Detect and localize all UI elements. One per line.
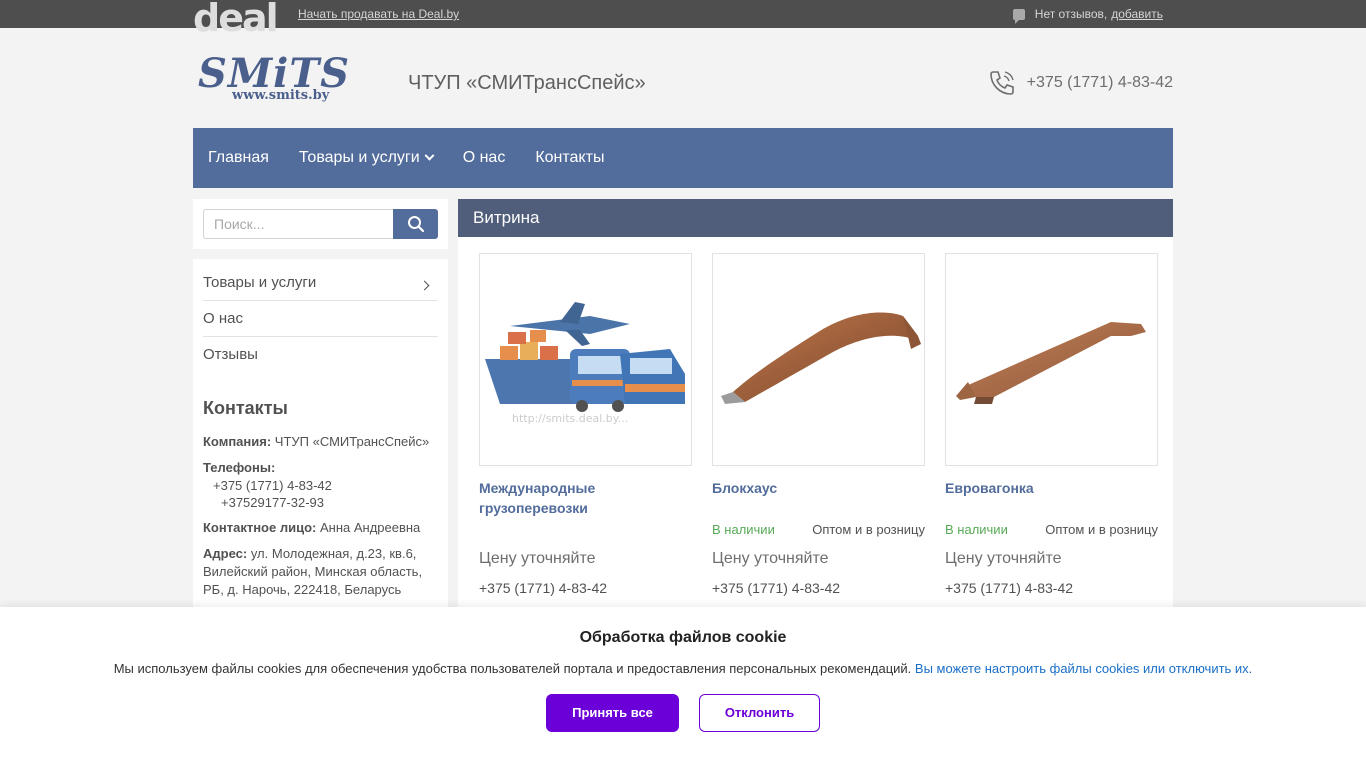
start-selling-link[interactable]: Начать продавать на Deal.by: [298, 7, 459, 21]
contact-person-value: Анна Андреевна: [319, 520, 421, 535]
contact-phone-2[interactable]: +37529177-32-93: [203, 494, 438, 511]
product-status: [479, 522, 692, 540]
product-card[interactable]: Евровагонка В наличии Оптом и в розницу …: [945, 253, 1158, 596]
nav-contacts-label: Контакты: [535, 149, 605, 166]
freight-transport-image: http://smits.deal.by...: [485, 302, 685, 425]
product-title[interactable]: Евровагонка: [945, 478, 1158, 518]
blockhouse-panel-image: [721, 312, 921, 404]
sale-type: Оптом и в розницу: [812, 522, 925, 537]
logo-text: SMiTS: [198, 50, 351, 97]
phone-number: +375 (1771) 4-83-42: [1026, 74, 1173, 91]
cookie-buttons: Принять все Отклонить: [0, 694, 1366, 732]
accept-all-button[interactable]: Принять все: [546, 694, 679, 732]
nav-products[interactable]: Товары и услуги: [298, 149, 435, 167]
nav-home-label: Главная: [208, 149, 269, 166]
search-icon: [407, 216, 424, 233]
sidebar-item-label: Отзывы: [203, 346, 258, 363]
sidebar-item-products[interactable]: Товары и услуги: [203, 265, 438, 301]
product-title[interactable]: Блокхаус: [712, 478, 925, 518]
contact-phones-label: Телефоны:: [203, 460, 276, 475]
cookie-settings-link[interactable]: Вы можете настроить файлы cookies или от…: [915, 661, 1252, 676]
reviews-text: Нет отзывов,: [1034, 7, 1108, 21]
product-status: В наличии Оптом и в розницу: [712, 522, 925, 540]
add-review-link[interactable]: добавить: [1111, 7, 1163, 21]
product-image[interactable]: [712, 253, 925, 466]
sidebar-item-label: О нас: [203, 310, 243, 327]
product-image[interactable]: http://smits.deal.by...: [479, 253, 692, 466]
company-name: ЧТУП «СМИТрансСпейс»: [408, 72, 646, 94]
product-phone[interactable]: +375 (1771) 4-83-42: [712, 580, 925, 596]
sidebar-item-reviews[interactable]: Отзывы: [203, 337, 438, 372]
nav-about[interactable]: О нас: [463, 149, 506, 167]
cookie-text: Мы используем файлы cookies для обеспече…: [0, 661, 1366, 676]
header-phone[interactable]: +375 (1771) 4-83-42: [987, 68, 1173, 98]
product-card[interactable]: http://smits.deal.by... Международные гр…: [479, 253, 692, 596]
search-button[interactable]: [393, 209, 438, 239]
contact-phones: Телефоны: +375 (1771) 4-83-42 +37529177-…: [203, 459, 438, 511]
cookie-banner: Обработка файлов cookie Мы используем фа…: [0, 607, 1366, 768]
contact-company-value: ЧТУП «СМИТрансСпейс»: [274, 434, 430, 449]
contacts-title: Контакты: [203, 398, 288, 418]
contact-person: Контактное лицо: Анна Андреевна: [203, 519, 438, 537]
cookie-title: Обработка файлов cookie: [579, 629, 787, 646]
availability: В наличии: [712, 522, 775, 537]
comment-icon: [1012, 8, 1025, 24]
company-logo[interactable]: SMiTS www.smits.by: [198, 50, 388, 104]
product-image[interactable]: [945, 253, 1158, 466]
phone-icon: [989, 71, 1014, 95]
chevron-down-icon: [424, 150, 435, 161]
contact-company: Компания: ЧТУП «СМИТрансСпейс»: [203, 433, 438, 451]
product-price[interactable]: Цену уточняйте: [479, 550, 692, 568]
topbar: deal Начать продавать на Deal.by Нет отз…: [0, 0, 1366, 37]
product-price[interactable]: Цену уточняйте: [945, 550, 1158, 568]
search-input[interactable]: Поиск...: [203, 209, 393, 239]
sidebar-item-about[interactable]: О нас: [203, 301, 438, 337]
logo-url: www.smits.by: [232, 88, 330, 103]
cookie-description: Мы используем файлы cookies для обеспече…: [113, 661, 912, 676]
sidebar-item-label: Товары и услуги: [203, 274, 317, 291]
decline-button[interactable]: Отклонить: [699, 694, 820, 732]
product-title[interactable]: Международные грузоперевозки: [479, 478, 692, 518]
product-phone[interactable]: +375 (1771) 4-83-42: [479, 580, 692, 596]
contact-phone-1[interactable]: +375 (1771) 4-83-42: [203, 477, 438, 494]
showcase-title: Витрина: [458, 199, 1173, 237]
chevron-right-icon: [419, 280, 430, 291]
nav-contacts[interactable]: Контакты: [535, 149, 604, 167]
showcase: Витрина http://smits.deal.by... Междунар…: [458, 199, 1173, 619]
image-watermark: http://smits.deal.by...: [512, 412, 628, 425]
sale-type: Оптом и в розницу: [1045, 522, 1158, 537]
contact-address: Адрес: ул. Молодежная, д.23, кв.6, Вилей…: [203, 545, 438, 599]
product-status: В наличии Оптом и в розницу: [945, 522, 1158, 540]
sidebar: Товары и услуги О нас Отзывы Контакты Ко…: [193, 259, 448, 619]
contact-company-label: Компания:: [203, 434, 272, 449]
product-phone[interactable]: +375 (1771) 4-83-42: [945, 580, 1158, 596]
contact-address-label: Адрес:: [203, 546, 248, 561]
availability: В наличии: [945, 522, 1008, 537]
search-box: Поиск...: [193, 199, 448, 249]
site-header: SMiTS www.smits.by ЧТУП «СМИТрансСпейс» …: [193, 28, 1173, 128]
nav-products-label: Товары и услуги: [298, 149, 420, 166]
nav-about-label: О нас: [462, 149, 506, 166]
contact-person-label: Контактное лицо:: [203, 520, 317, 535]
main-nav: Главная Товары и услуги О нас Контакты: [193, 128, 1173, 188]
product-card[interactable]: Блокхаус В наличии Оптом и в розницу Цен…: [712, 253, 925, 596]
eurolining-panel-image: [956, 322, 1146, 404]
nav-home[interactable]: Главная: [208, 149, 269, 167]
reviews-info: Нет отзывов, добавить: [1012, 7, 1163, 24]
product-price[interactable]: Цену уточняйте: [712, 550, 925, 568]
